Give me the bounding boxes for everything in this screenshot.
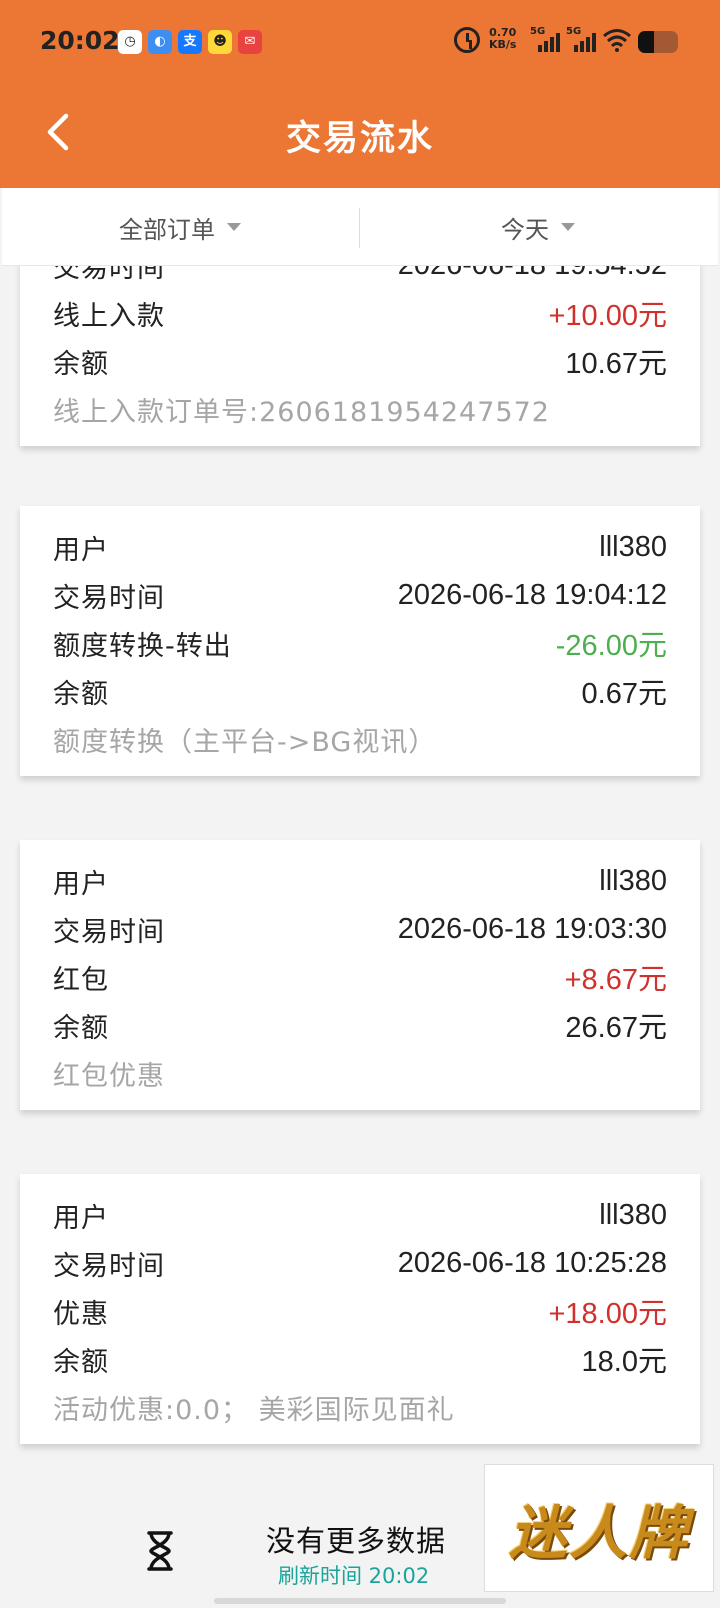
transaction-type-row: 红包 +8.67元 <box>53 953 667 1001</box>
time-label: 交易时间 <box>53 916 165 948</box>
signal-icon-2: 5G <box>566 26 600 54</box>
date-filter-label: 今天 <box>501 215 549 244</box>
mail-app-icon: ✉ <box>238 30 262 54</box>
amount-value: -26.00元 <box>555 630 667 662</box>
order-filter-label: 全部订单 <box>119 215 215 244</box>
amount-value: +8.67元 <box>564 964 667 996</box>
balance-value: 18.0元 <box>581 1346 667 1378</box>
wifi-icon <box>603 29 631 52</box>
transaction-card[interactable]: 用户 lll380 交易时间 2026-06-18 10:25:28 优惠 +1… <box>20 1174 700 1444</box>
balance-row: 余额 10.67元 <box>53 337 667 385</box>
time-label: 交易时间 <box>53 582 165 614</box>
balance-row: 余额 26.67元 <box>53 1001 667 1049</box>
date-filter-dropdown[interactable]: 今天 <box>360 188 716 266</box>
battery-icon <box>638 31 678 53</box>
balance-value: 10.67元 <box>565 348 667 380</box>
transaction-note: 额度转换（主平台->BG视讯） <box>53 726 437 758</box>
type-label: 额度转换-转出 <box>53 630 232 662</box>
transaction-type-row: 优惠 +18.00元 <box>53 1287 667 1335</box>
type-label: 线上入款 <box>53 300 165 332</box>
time-value: 2026-06-18 19:03:30 <box>397 912 667 945</box>
net-speed-unit: KB/s <box>489 38 517 51</box>
home-indicator[interactable] <box>214 1598 506 1604</box>
user-row: 用户 lll380 <box>53 523 667 571</box>
transaction-time-row: 交易时间 2026-06-18 10:25:28 <box>53 1239 667 1287</box>
order-filter-dropdown[interactable]: 全部订单 <box>2 188 358 266</box>
caret-down-icon <box>561 223 575 231</box>
user-row: 用户 lll380 <box>53 1191 667 1239</box>
signal-label: 5G <box>530 26 546 37</box>
balance-label: 余额 <box>53 1346 109 1378</box>
time-label: 交易时间 <box>53 266 165 284</box>
caret-down-icon <box>227 223 241 231</box>
transaction-time-row: 交易时间 2026-06-18 19:04:12 <box>53 571 667 619</box>
transaction-list[interactable]: 交易时间 2026-06-18 19:54:52 线上入款 +10.00元 余额… <box>0 266 720 1608</box>
page-title: 交易流水 <box>285 119 434 159</box>
user-label: 用户 <box>53 1202 109 1234</box>
status-time: 20:02 <box>40 26 120 55</box>
transaction-card[interactable]: 交易时间 2026-06-18 19:54:52 线上入款 +10.00元 余额… <box>20 266 700 446</box>
alarm-icon <box>454 27 480 53</box>
status-bar: 20:02 ◷ ◐ 支 ☻ ✉ 0.70 KB/s 5G 5G <box>0 22 720 62</box>
balance-value: 26.67元 <box>565 1012 667 1044</box>
signal-label-2: 5G <box>566 26 582 37</box>
transaction-type-row: 额度转换-转出 -26.00元 <box>53 619 667 667</box>
watermark-logo: 迷人牌 <box>484 1464 714 1592</box>
balance-row: 余额 0.67元 <box>53 667 667 715</box>
transaction-note: 线上入款订单号:2606181954247572 <box>53 396 550 428</box>
refresh-time-text: 刷新时间 20:02 <box>278 1564 430 1588</box>
time-label: 交易时间 <box>53 1250 165 1282</box>
transaction-time-row: 交易时间 2026-06-18 19:54:52 <box>53 266 667 289</box>
user-label: 用户 <box>53 534 109 566</box>
signal-icon: 5G <box>530 26 564 54</box>
filter-bar: 全部订单 今天 <box>2 188 718 266</box>
battery-fill <box>638 31 654 53</box>
time-value: 2026-06-18 19:04:12 <box>397 578 667 611</box>
balance-label: 余额 <box>53 348 109 380</box>
transaction-time-row: 交易时间 2026-06-18 19:03:30 <box>53 905 667 953</box>
amount-value: +10.00元 <box>548 300 667 332</box>
type-label: 红包 <box>53 964 109 996</box>
balance-row: 余额 18.0元 <box>53 1335 667 1383</box>
net-speed: 0.70 KB/s <box>489 27 516 51</box>
balance-label: 余额 <box>53 1012 109 1044</box>
browser-app-icon: ◐ <box>148 30 172 54</box>
transaction-card[interactable]: 用户 lll380 交易时间 2026-06-18 19:04:12 额度转换-… <box>20 506 700 776</box>
user-value: lll380 <box>599 1198 667 1231</box>
user-value: lll380 <box>599 530 667 563</box>
time-value: 2026-06-18 10:25:28 <box>397 1246 667 1279</box>
game-app-icon: ☻ <box>208 30 232 54</box>
time-value: 2026-06-18 19:54:52 <box>398 266 667 282</box>
transaction-type-row: 线上入款 +10.00元 <box>53 289 667 337</box>
transaction-card[interactable]: 用户 lll380 交易时间 2026-06-18 19:03:30 红包 +8… <box>20 840 700 1110</box>
user-label: 用户 <box>53 868 109 900</box>
clock-app-icon: ◷ <box>118 30 142 54</box>
amount-value: +18.00元 <box>548 1298 667 1330</box>
user-value: lll380 <box>599 864 667 897</box>
transaction-note: 活动优惠:0.0； 美彩国际见面礼 <box>53 1394 455 1426</box>
balance-value: 0.67元 <box>581 678 667 710</box>
app-header: 20:02 ◷ ◐ 支 ☻ ✉ 0.70 KB/s 5G 5G 交易流水 <box>0 0 720 188</box>
type-label: 优惠 <box>53 1298 109 1330</box>
alipay-app-icon: 支 <box>178 30 202 54</box>
balance-label: 余额 <box>53 678 109 710</box>
watermark-text: 迷人牌 <box>508 1499 689 1567</box>
hourglass-icon <box>147 1531 173 1571</box>
transaction-note: 红包优惠 <box>53 1060 165 1092</box>
no-more-data-text: 没有更多数据 <box>266 1524 447 1558</box>
user-row: 用户 lll380 <box>53 857 667 905</box>
